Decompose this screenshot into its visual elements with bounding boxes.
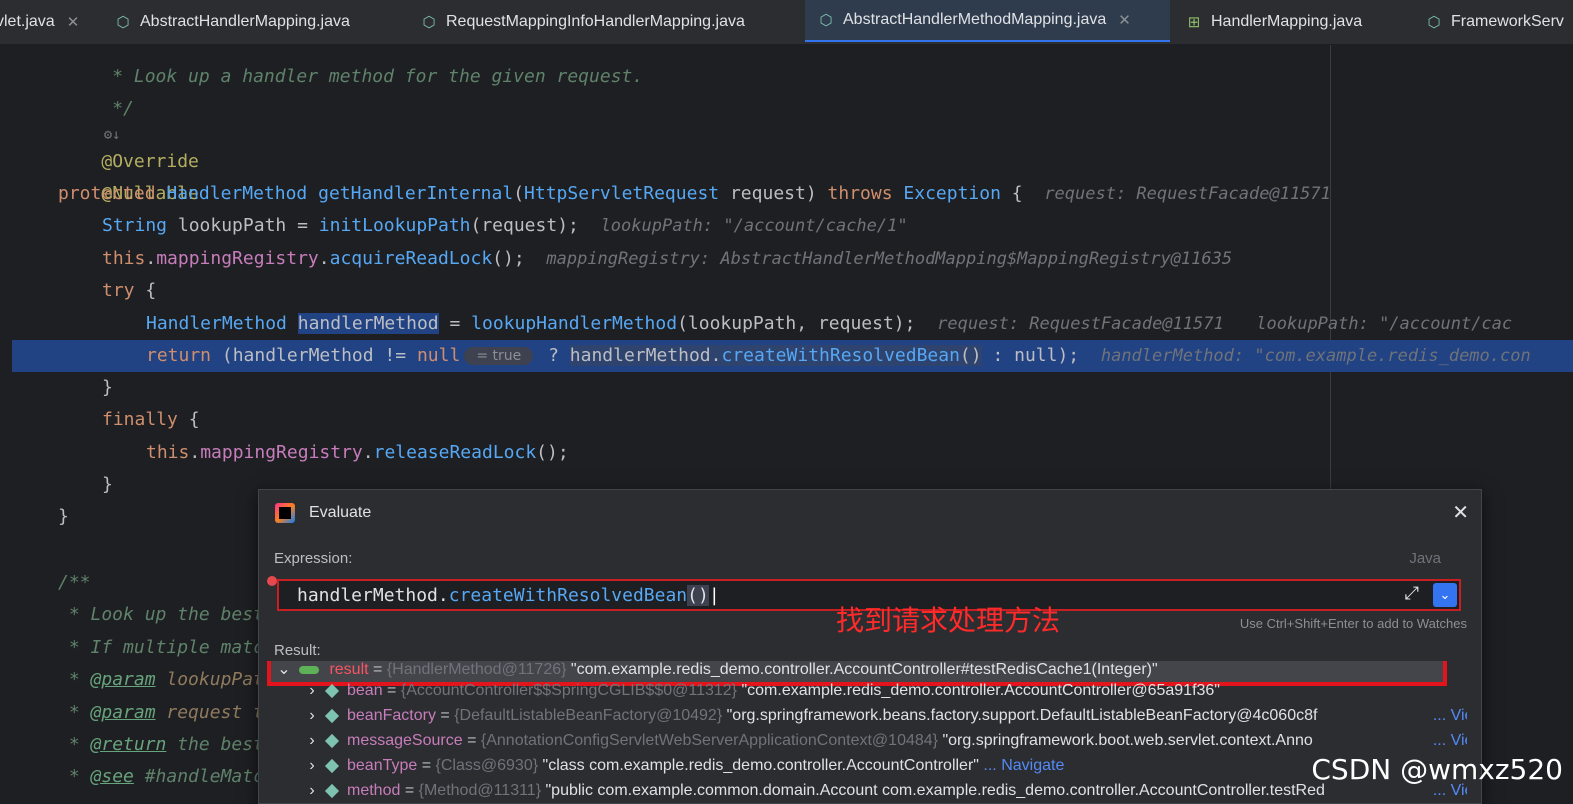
chevron-right-icon[interactable]: › (305, 678, 319, 703)
tab-label: FrameworkServ (1451, 13, 1564, 30)
tree-row-beanfactory[interactable]: › beanFactory = {DefaultListableBeanFacto… (267, 703, 1467, 728)
expression-label: Expression: (274, 550, 353, 567)
view-link[interactable]: ... View (1432, 728, 1467, 753)
chevron-right-icon[interactable]: › (305, 753, 319, 778)
evaluate-dialog: Evaluate ✕ Expression: Java handlerMetho… (258, 489, 1482, 804)
dialog-title: Evaluate (309, 504, 372, 521)
close-icon[interactable]: ✕ (1452, 500, 1469, 525)
tab-label: RequestMappingInfoHandlerMapping.java (446, 13, 745, 30)
field-tag-icon (324, 783, 340, 798)
result-label: Result: (274, 642, 321, 659)
tree-row-messagesource[interactable]: › messageSource = {AnnotationConfigServle… (267, 728, 1467, 753)
inline-value-badge: = true (464, 347, 534, 365)
tab-vlet-java[interactable]: vlet.java ✕ (0, 0, 79, 44)
expression-text[interactable]: handlerMethod.createWithResolvedBean()| (297, 583, 720, 609)
current-execution-line: return (handlerMethod != null = true ? ha… (12, 340, 1573, 372)
chevron-right-icon[interactable]: › (305, 778, 319, 803)
code-line: this.mappingRegistry.releaseReadLock(); (146, 442, 569, 463)
code-line: HandlerMethod handlerMethod = lookupHand… (146, 313, 1513, 334)
code-line: @Override (101, 151, 199, 172)
tree-row-bean[interactable]: › bean = {AccountController$$SpringCGLIB$… (267, 678, 1467, 703)
expand-icon[interactable]: ⤢ (1405, 583, 1419, 604)
navigate-link[interactable]: ... Navigate (983, 757, 1064, 774)
tree-row-beantype[interactable]: › beanType = {Class@6930} "class com.exam… (267, 753, 1467, 778)
field-tag-icon (324, 758, 340, 773)
code-line: protected HandlerMethod getHandlerIntern… (58, 183, 1331, 204)
inline-debug-hint: lookupPath: "/account/cac (1256, 314, 1513, 334)
tab-label: AbstractHandlerMethodMapping.java (843, 11, 1107, 28)
intellij-logo-icon (275, 503, 295, 523)
inline-debug-hint: handlerMethod: "com.example.redis_demo.c… (1100, 346, 1531, 366)
java-class-icon: ⬡ (116, 14, 130, 31)
watermark: CSDN @wmxz520 (1311, 753, 1563, 786)
field-tag-icon (324, 708, 340, 723)
inline-debug-hint: mappingRegistry: AbstractHandlerMethodMa… (546, 249, 1233, 269)
inline-debug-hint: request: RequestFacade@11571 (937, 314, 1224, 334)
code-line: try { (102, 280, 157, 301)
view-link[interactable]: ... View (1432, 703, 1467, 728)
add-to-watches-hint: Use Ctrl+Shift+Enter to add to Watches (1239, 616, 1467, 631)
chevron-right-icon[interactable]: › (305, 703, 319, 728)
tab-abstracthandlermapping[interactable]: ⬡ AbstractHandlerMapping.java (114, 0, 350, 44)
selected-identifier[interactable]: handlerMethod (297, 313, 439, 334)
code-line: String lookupPath = initLookupPath(reque… (102, 215, 908, 236)
code-line: this.mappingRegistry.acquireReadLock(); … (102, 248, 1233, 269)
history-dropdown-button[interactable]: ⌄ (1433, 583, 1457, 607)
language-selector[interactable]: Java (1409, 550, 1441, 567)
code-line: finally { (102, 409, 200, 430)
field-tag-icon (324, 683, 340, 698)
inline-debug-hint: request: RequestFacade@11571 (1044, 184, 1331, 204)
tree-row-method[interactable]: › method = {Method@11311} "public com.exa… (267, 778, 1467, 803)
code-line: } (102, 377, 113, 398)
editor-tab-bar: vlet.java ✕ ⬡ AbstractHandlerMapping.jav… (0, 0, 1573, 45)
watch-glasses-icon (299, 665, 319, 674)
evaluated-expression: handlerMethod.createWithResolvedBean() (569, 345, 982, 366)
tab-label: HandlerMapping.java (1211, 13, 1363, 30)
tab-label: AbstractHandlerMapping.java (140, 13, 350, 30)
tab-abstracthandlermethodmapping[interactable]: ⬡ AbstractHandlerMethodMapping.java ✕ (805, 0, 1170, 42)
java-interface-icon: ⊞ (1187, 14, 1201, 31)
red-annotation-text: 找到请求处理方法 (836, 604, 1061, 637)
code-line: @Nullable (101, 183, 199, 204)
tab-requestmappinginfohandlermapping[interactable]: ⬡ RequestMappingInfoHandlerMapping.java (420, 0, 745, 44)
code-line: * Look up a handler method for the given… (101, 66, 644, 87)
java-class-icon: ⬡ (819, 12, 833, 29)
result-tree[interactable]: ⌄ result = {HandlerMethod@11726} "com.ex… (267, 661, 1467, 803)
chevron-right-icon[interactable]: › (305, 728, 319, 753)
tab-label: vlet.java (0, 13, 55, 30)
inline-debug-hint: lookupPath: "/account/cache/1" (600, 216, 908, 236)
java-class-icon: ⬡ (1427, 14, 1441, 31)
tab-frameworkservlet[interactable]: ⬡ FrameworkServ (1425, 0, 1564, 44)
tab-handlermapping[interactable]: ⊞ HandlerMapping.java (1185, 0, 1363, 44)
close-icon[interactable]: ✕ (67, 13, 80, 31)
lightbulb-icon[interactable] (267, 576, 277, 586)
close-icon[interactable]: ✕ (1118, 11, 1131, 29)
field-tag-icon (324, 733, 340, 748)
java-class-icon: ⬡ (422, 14, 436, 31)
